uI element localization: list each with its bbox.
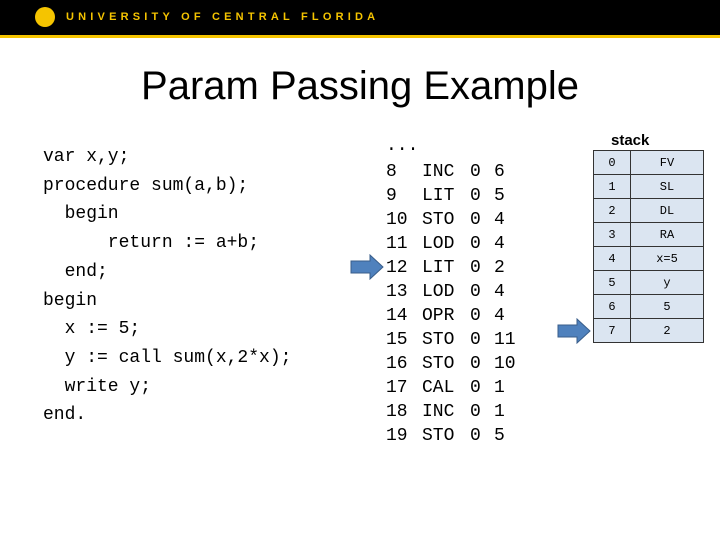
stack-index: 4 <box>593 246 631 271</box>
stack-row: 4 x=5 <box>593 246 704 271</box>
instr-opcode: STO <box>422 426 455 446</box>
instr-modifier: 4 <box>494 210 505 230</box>
code-line: write y; <box>43 376 152 397</box>
stack-row: 72 <box>593 318 704 343</box>
instr-level: 0 <box>470 354 481 374</box>
instr-line-number: 12 <box>386 258 408 278</box>
instr-line-number: 11 <box>386 234 408 254</box>
instr-modifier: 2 <box>494 258 505 278</box>
stack-value: 2 <box>630 318 704 343</box>
instr-level: 0 <box>470 402 481 422</box>
stack-index: 3 <box>593 222 631 247</box>
instr-level: 0 <box>470 210 481 230</box>
ucf-pegasus-logo-icon <box>35 7 55 27</box>
instructions-ellipsis: ... <box>386 136 419 156</box>
stack-row: 1 SL <box>593 174 704 199</box>
stack-value: DL <box>630 198 704 223</box>
code-line: begin <box>43 204 119 225</box>
instr-line-number: 10 <box>386 210 408 230</box>
instr-level: 0 <box>470 258 481 278</box>
stack-index: 0 <box>593 150 631 175</box>
stack-row: 3 RA <box>593 222 704 247</box>
stack-row: 65 <box>593 294 704 319</box>
instr-modifier: 4 <box>494 306 505 326</box>
instr-opcode: INC <box>422 402 455 422</box>
instr-modifier: 4 <box>494 234 505 254</box>
code-line: y := call sum(x,2*x); <box>43 347 292 368</box>
stack-value: y <box>630 270 704 295</box>
code-line: end; <box>43 261 108 282</box>
stack-index: 7 <box>593 318 631 343</box>
instr-opcode: INC <box>422 162 455 182</box>
instr-level: 0 <box>470 186 481 206</box>
instr-line-number: 8 <box>386 162 397 182</box>
instr-level: 0 <box>470 162 481 182</box>
instr-line-number: 9 <box>386 186 397 206</box>
stack-value: 5 <box>630 294 704 319</box>
instr-modifier: 5 <box>494 186 505 206</box>
stack-value: SL <box>630 174 704 199</box>
sp-arrow-icon <box>557 318 591 344</box>
stack-value: RA <box>630 222 704 247</box>
code-line: end. <box>43 405 87 426</box>
stack-row: 5y <box>593 270 704 295</box>
stack-index: 2 <box>593 198 631 223</box>
stack-index: 6 <box>593 294 631 319</box>
instr-opcode: STO <box>422 330 455 350</box>
instr-opcode: STO <box>422 354 455 374</box>
instr-opcode: LOD <box>422 234 455 254</box>
instr-line-number: 17 <box>386 378 408 398</box>
stack-value: x=5 <box>630 246 704 271</box>
instr-line-number: 14 <box>386 306 408 326</box>
header-bar: UNIVERSITY OF CENTRAL FLORIDA <box>0 0 720 38</box>
instr-opcode: LOD <box>422 282 455 302</box>
stack-row: 2 DL <box>593 198 704 223</box>
instr-opcode: LIT <box>422 186 455 206</box>
stack-row: 0 FV <box>593 150 704 175</box>
instr-line-number: 18 <box>386 402 408 422</box>
instr-line-number: 13 <box>386 282 408 302</box>
slide-title: Param Passing Example <box>141 64 579 108</box>
instr-opcode: OPR <box>422 306 455 326</box>
stack-value: FV <box>630 150 704 175</box>
instr-opcode: CAL <box>422 378 455 398</box>
code-line: begin <box>43 290 98 311</box>
instr-level: 0 <box>470 330 481 350</box>
pc-arrow-icon <box>350 254 384 280</box>
instr-level: 0 <box>470 234 481 254</box>
code-line: procedure sum(a,b); <box>43 175 249 196</box>
stack-index: 5 <box>593 270 631 295</box>
instr-modifier: 1 <box>494 378 505 398</box>
instr-modifier: 5 <box>494 426 505 446</box>
instr-modifier: 10 <box>494 354 516 374</box>
instr-line-number: 16 <box>386 354 408 374</box>
instr-line-number: 15 <box>386 330 408 350</box>
instr-level: 0 <box>470 282 481 302</box>
university-name: UNIVERSITY OF CENTRAL FLORIDA <box>66 11 380 23</box>
instr-opcode: LIT <box>422 258 455 278</box>
instr-level: 0 <box>470 306 481 326</box>
code-line: x := 5; <box>43 319 141 340</box>
stack-label: stack <box>611 132 650 149</box>
code-line: var x,y; <box>43 147 130 167</box>
instr-line-number: 19 <box>386 426 408 446</box>
code-line: return := a+b; <box>43 233 260 254</box>
instr-level: 0 <box>470 426 481 446</box>
stack-index: 1 <box>593 174 631 199</box>
instr-opcode: STO <box>422 210 455 230</box>
instr-modifier: 6 <box>494 162 505 182</box>
instr-modifier: 1 <box>494 402 505 422</box>
instr-modifier: 11 <box>494 330 516 350</box>
instr-level: 0 <box>470 378 481 398</box>
stack-table: 0 FV 1 SL 2 DL 3 RA 4 x=5 5 y 6 5 7 2 <box>593 150 704 343</box>
instr-modifier: 4 <box>494 282 505 302</box>
